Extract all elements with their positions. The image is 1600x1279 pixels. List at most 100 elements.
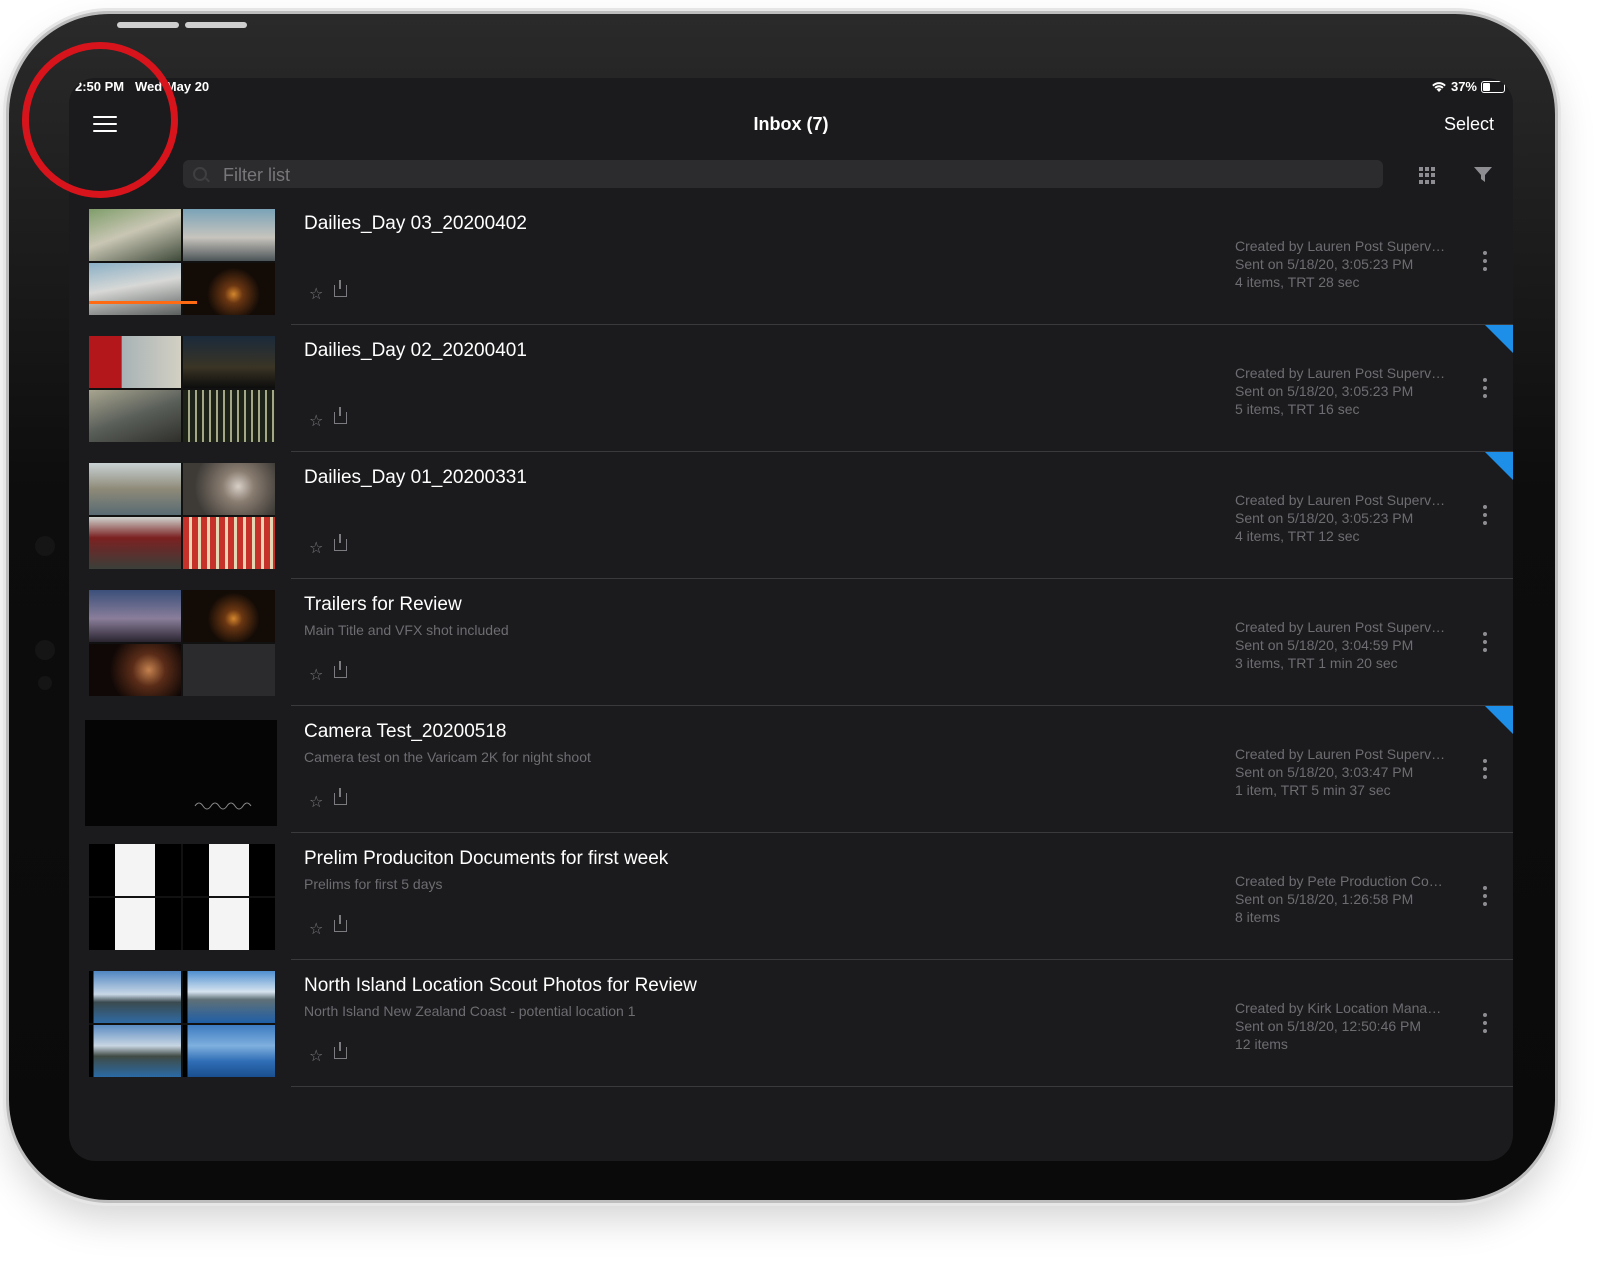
list-item[interactable]: Dailies_Day 03_20200402 ☆ Created by Lau… (69, 198, 1513, 325)
select-button[interactable]: Select (1444, 114, 1494, 135)
thumbnail-grid (89, 209, 275, 315)
created-by: Created by Lauren Post Superv… (1235, 365, 1446, 381)
save-to-device-icon[interactable] (334, 407, 347, 424)
item-title: Prelim Produciton Documents for first we… (304, 848, 669, 869)
thumbnail-grid (89, 844, 275, 950)
more-options-icon[interactable] (1483, 505, 1487, 525)
list-item[interactable]: Trailers for Review Main Title and VFX s… (69, 579, 1513, 706)
audio-waveform-icon (183, 644, 275, 696)
list-item[interactable]: Dailies_Day 01_20200331 ☆ Created by Lau… (69, 452, 1513, 579)
annotation-circle (22, 42, 178, 198)
sent-on: Sent on 5/18/20, 3:03:47 PM (1235, 764, 1414, 780)
sensor-dot (38, 676, 52, 690)
item-title: Dailies_Day 02_20200401 (304, 340, 527, 361)
save-to-device-icon[interactable] (334, 915, 347, 932)
sent-on: Sent on 5/18/20, 1:26:58 PM (1235, 891, 1414, 907)
star-icon[interactable]: ☆ (309, 792, 323, 812)
filter-icon[interactable] (1474, 167, 1492, 183)
item-count: 4 items, TRT 28 sec (1235, 274, 1360, 290)
item-meta: Created by Lauren Post Superv… Sent on 5… (1235, 364, 1455, 418)
item-subtitle: North Island New Zealand Coast - potenti… (304, 1003, 636, 1019)
item-title: Trailers for Review (304, 594, 462, 615)
item-meta: Created by Lauren Post Superv… Sent on 5… (1235, 745, 1455, 799)
sent-on: Sent on 5/18/20, 3:04:59 PM (1235, 637, 1414, 653)
item-count: 4 items, TRT 12 sec (1235, 528, 1360, 544)
row-divider (291, 1086, 1513, 1087)
item-count: 3 items, TRT 1 min 20 sec (1235, 655, 1398, 671)
item-subtitle: Prelims for first 5 days (304, 876, 443, 892)
item-meta: Created by Lauren Post Superv… Sent on 5… (1235, 237, 1455, 291)
more-options-icon[interactable] (1483, 1013, 1487, 1033)
item-count: 5 items, TRT 16 sec (1235, 401, 1360, 417)
created-by: Created by Lauren Post Superv… (1235, 492, 1446, 508)
item-meta: Created by Lauren Post Superv… Sent on 5… (1235, 491, 1455, 545)
list-item[interactable]: Camera Test_20200518 Camera test on the … (69, 706, 1513, 833)
thumbnail-grid (89, 463, 275, 569)
sent-on: Sent on 5/18/20, 3:05:23 PM (1235, 256, 1414, 272)
new-indicator-flag (1485, 325, 1513, 353)
item-title: Dailies_Day 01_20200331 (304, 467, 527, 488)
more-options-icon[interactable] (1483, 886, 1487, 906)
thumbnail-grid (89, 971, 275, 1077)
item-meta: Created by Lauren Post Superv… Sent on 5… (1235, 618, 1455, 672)
playback-progress-bar (89, 301, 197, 304)
filter-search-bar[interactable] (183, 160, 1383, 190)
wifi-icon (1432, 81, 1446, 92)
item-count: 8 items (1235, 909, 1281, 925)
new-indicator-flag (1485, 706, 1513, 734)
camera-test-thumbnail (194, 802, 252, 810)
item-title: Camera Test_20200518 (304, 721, 507, 742)
save-to-device-icon[interactable] (334, 534, 347, 551)
created-by: Created by Kirk Location Mana… (1235, 1000, 1442, 1016)
search-icon (193, 167, 207, 181)
item-count: 1 item, TRT 5 min 37 sec (1235, 782, 1391, 798)
sent-on: Sent on 5/18/20, 12:50:46 PM (1235, 1018, 1422, 1034)
volume-button (185, 22, 247, 28)
list-item[interactable]: Dailies_Day 02_20200401 ☆ Created by Lau… (69, 325, 1513, 452)
item-title: Dailies_Day 03_20200402 (304, 213, 527, 234)
item-subtitle: Main Title and VFX shot included (304, 622, 509, 638)
thumbnail (85, 720, 277, 826)
item-count: 12 items (1235, 1036, 1288, 1052)
save-to-device-icon[interactable] (334, 788, 347, 805)
status-right: 37% (1431, 79, 1505, 94)
battery-percent: 37% (1450, 79, 1477, 94)
list-item[interactable]: North Island Location Scout Photos for R… (69, 960, 1513, 1087)
save-to-device-icon[interactable] (334, 661, 347, 678)
save-to-device-icon[interactable] (334, 1042, 347, 1059)
sent-on: Sent on 5/18/20, 3:05:23 PM (1235, 383, 1414, 399)
star-icon[interactable]: ☆ (309, 919, 323, 939)
star-icon[interactable]: ☆ (309, 538, 323, 558)
created-by: Created by Lauren Post Superv… (1235, 619, 1446, 635)
save-to-device-icon[interactable] (334, 280, 347, 297)
new-indicator-flag (1485, 452, 1513, 480)
created-by: Created by Lauren Post Superv… (1235, 238, 1446, 254)
app-screen: 2:50 PM Wed May 20 37% Inbox (7) Select (69, 78, 1513, 1161)
grid-view-icon[interactable] (1419, 167, 1436, 184)
filter-input[interactable] (221, 160, 1365, 190)
created-by: Created by Pete Production Co… (1235, 873, 1443, 889)
thumbnail-grid (89, 590, 275, 696)
more-options-icon[interactable] (1483, 378, 1487, 398)
list-item[interactable]: Prelim Produciton Documents for first we… (69, 833, 1513, 960)
star-icon[interactable]: ☆ (309, 665, 323, 685)
item-meta: Created by Kirk Location Mana… Sent on 5… (1235, 999, 1455, 1053)
more-options-icon[interactable] (1483, 251, 1487, 271)
star-icon[interactable]: ☆ (309, 1046, 323, 1066)
more-options-icon[interactable] (1483, 759, 1487, 779)
thumbnail-grid (89, 336, 275, 442)
item-title: North Island Location Scout Photos for R… (304, 975, 697, 996)
item-subtitle: Camera test on the Varicam 2K for night … (304, 749, 591, 765)
star-icon[interactable]: ☆ (309, 411, 323, 431)
battery-icon (1481, 80, 1505, 93)
volume-button (117, 22, 179, 28)
camera-dot (35, 536, 55, 556)
sent-on: Sent on 5/18/20, 3:05:23 PM (1235, 510, 1414, 526)
sensor-dot (35, 640, 55, 660)
created-by: Created by Lauren Post Superv… (1235, 746, 1446, 762)
item-meta: Created by Pete Production Co… Sent on 5… (1235, 872, 1455, 926)
more-options-icon[interactable] (1483, 632, 1487, 652)
ipad-frame: 2:50 PM Wed May 20 37% Inbox (7) Select (9, 14, 1555, 1200)
page-title: Inbox (7) (753, 114, 829, 134)
star-icon[interactable]: ☆ (309, 284, 323, 304)
